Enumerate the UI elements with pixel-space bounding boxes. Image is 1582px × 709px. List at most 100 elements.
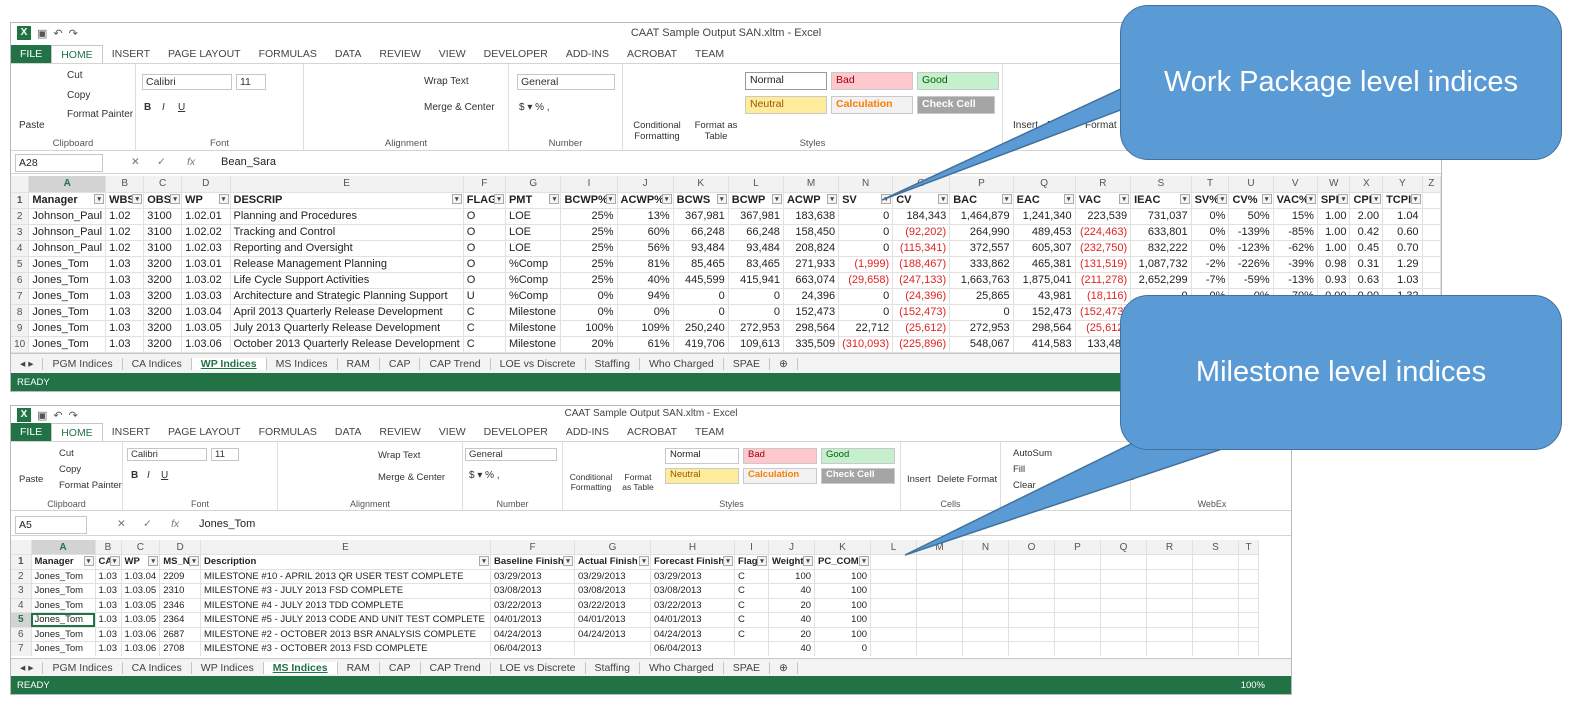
column-header[interactable]: H <box>650 540 736 555</box>
table-cell[interactable]: 0% <box>1191 240 1230 257</box>
empty-cell[interactable] <box>1238 612 1260 628</box>
table-cell[interactable]: 489,453 <box>1013 224 1076 241</box>
table-cell[interactable]: 1.03 <box>1382 272 1423 289</box>
table-cell[interactable]: 0% <box>617 304 674 321</box>
sheet-tab-loe-vs-discrete[interactable]: LOE vs Discrete <box>491 357 586 370</box>
table-cell[interactable]: 367,981 <box>728 208 784 225</box>
table-cell[interactable] <box>574 641 652 656</box>
table-cell[interactable]: C <box>734 627 770 642</box>
empty-cell[interactable] <box>870 627 918 642</box>
column-header[interactable]: N <box>838 176 894 193</box>
table-cell[interactable]: 0 <box>728 288 784 305</box>
table-cell[interactable]: 415,941 <box>728 272 784 289</box>
column-header[interactable]: G <box>505 176 562 193</box>
number-format-select[interactable]: General <box>465 448 557 461</box>
table-cell[interactable]: Life Cycle Support Activities <box>230 272 464 289</box>
insert-button[interactable]: Insert <box>1013 120 1038 131</box>
table-cell[interactable]: 1.29 <box>1382 256 1423 273</box>
paste-button[interactable]: Paste <box>19 120 45 131</box>
table-cell[interactable]: 100 <box>814 598 872 613</box>
autosum-button[interactable]: AutoSum <box>1013 448 1052 459</box>
row-header[interactable]: 1 <box>11 554 32 570</box>
paste-button[interactable]: Paste <box>19 474 43 485</box>
table-cell[interactable]: 1.03.05 <box>121 583 161 599</box>
empty-cell[interactable] <box>1146 554 1194 570</box>
conditional-formatting-button[interactable]: Conditional Formatting <box>567 472 615 492</box>
number-format-select[interactable]: General <box>517 74 615 90</box>
clear-button[interactable]: Clear <box>1013 480 1036 491</box>
table-cell[interactable]: 109% <box>617 320 674 337</box>
table-cell[interactable]: 0 <box>728 304 784 321</box>
sheet-tab-wp-indices[interactable]: WP Indices <box>191 357 267 370</box>
table-cell[interactable]: 0 <box>838 224 894 241</box>
table-cell[interactable]: 03/08/2013 <box>574 583 652 599</box>
table-cell[interactable]: 3200 <box>143 272 183 289</box>
table-cell[interactable]: 272,953 <box>949 320 1014 337</box>
table-cell[interactable]: 1.03 <box>95 627 122 642</box>
sort-filter-button[interactable]: Sort & Filter <box>1071 472 1107 492</box>
sheet-tab-cap[interactable]: CAP <box>380 357 421 370</box>
table-cell[interactable]: -39% <box>1273 256 1318 273</box>
delete-button[interactable]: Delete <box>1047 120 1076 131</box>
empty-cell[interactable] <box>1054 554 1102 570</box>
table-cell[interactable]: 1.03 <box>95 569 122 584</box>
column-header[interactable]: O <box>892 176 951 193</box>
empty-cell[interactable] <box>1238 627 1260 642</box>
empty-cell[interactable] <box>870 569 918 584</box>
table-cell[interactable]: MILESTONE #10 - APRIL 2013 QR USER TEST … <box>200 569 492 584</box>
table-cell[interactable]: 03/29/2013 <box>490 569 576 584</box>
table-cell[interactable]: 03/29/2013 <box>650 569 736 584</box>
column-header[interactable]: A <box>31 540 96 555</box>
table-header-cell[interactable]: BCWS ▾ <box>673 192 729 209</box>
table-cell[interactable]: 100% <box>560 320 618 337</box>
tab-page-layout[interactable]: PAGE LAYOUT <box>159 45 250 63</box>
wrap-text-button[interactable]: Wrap Text <box>424 76 469 87</box>
table-cell[interactable]: 25% <box>560 208 618 225</box>
filter-dropdown-icon[interactable]: ▾ <box>109 556 120 566</box>
table-cell[interactable]: 60% <box>617 224 674 241</box>
table-cell[interactable]: 1.03 <box>105 336 145 353</box>
table-cell[interactable]: July 2013 Quarterly Release Development <box>230 320 464 337</box>
table-cell[interactable]: (247,133) <box>892 272 951 289</box>
filter-dropdown-icon[interactable]: ▾ <box>1371 193 1382 204</box>
style-good[interactable]: Good <box>917 72 999 90</box>
row-header[interactable]: 5 <box>11 256 30 273</box>
empty-cell[interactable] <box>1054 598 1102 613</box>
empty-cell[interactable] <box>1192 598 1240 613</box>
column-header[interactable]: I <box>560 176 618 193</box>
column-header[interactable]: S <box>1192 540 1240 555</box>
table-cell[interactable]: %Comp <box>505 272 562 289</box>
empty-cell[interactable] <box>916 554 964 570</box>
table-cell[interactable]: (310,093) <box>838 336 894 353</box>
table-cell[interactable]: 832,222 <box>1130 240 1192 257</box>
table-header-cell[interactable]: FLAG ▾ <box>463 192 506 209</box>
table-cell[interactable]: 1.03.06 <box>121 627 161 642</box>
empty-cell[interactable] <box>1008 569 1056 584</box>
table-cell[interactable]: 2364 <box>159 612 202 628</box>
row-header[interactable]: 6 <box>11 627 32 642</box>
table-cell[interactable]: (115,341) <box>892 240 951 257</box>
select-all-corner[interactable] <box>11 176 30 193</box>
table-cell[interactable]: O <box>463 256 506 273</box>
empty-cell[interactable] <box>1238 569 1260 584</box>
style-normal[interactable]: Normal <box>665 448 739 464</box>
table-header-cell[interactable]: Manager ▾ <box>31 554 96 570</box>
empty-cell[interactable] <box>1192 627 1240 642</box>
column-header[interactable]: A <box>28 176 107 193</box>
table-cell[interactable]: 100 <box>768 569 816 584</box>
table-cell[interactable]: 1.03 <box>105 288 145 305</box>
table-header-cell[interactable]: CV% ▾ <box>1228 192 1274 209</box>
table-cell[interactable]: 2310 <box>159 583 202 599</box>
filter-dropdown-icon[interactable]: ▾ <box>771 193 782 204</box>
tab-add-ins[interactable]: ADD-INS <box>557 423 618 441</box>
column-header[interactable]: K <box>673 176 729 193</box>
table-cell[interactable]: MILESTONE #4 - JULY 2013 TDD COMPLETE <box>200 598 492 613</box>
table-header-cell[interactable]: SPI ▾ <box>1317 192 1351 209</box>
empty-cell[interactable] <box>1146 583 1194 599</box>
tab-home[interactable]: HOME <box>51 45 103 63</box>
filter-dropdown-icon[interactable]: ▾ <box>757 556 768 566</box>
sheet-tab-ca-indices[interactable]: CA Indices <box>123 661 192 674</box>
table-cell[interactable]: 100 <box>814 612 872 628</box>
filter-dropdown-icon[interactable]: ▾ <box>218 193 229 204</box>
column-header[interactable]: X <box>1349 176 1384 193</box>
